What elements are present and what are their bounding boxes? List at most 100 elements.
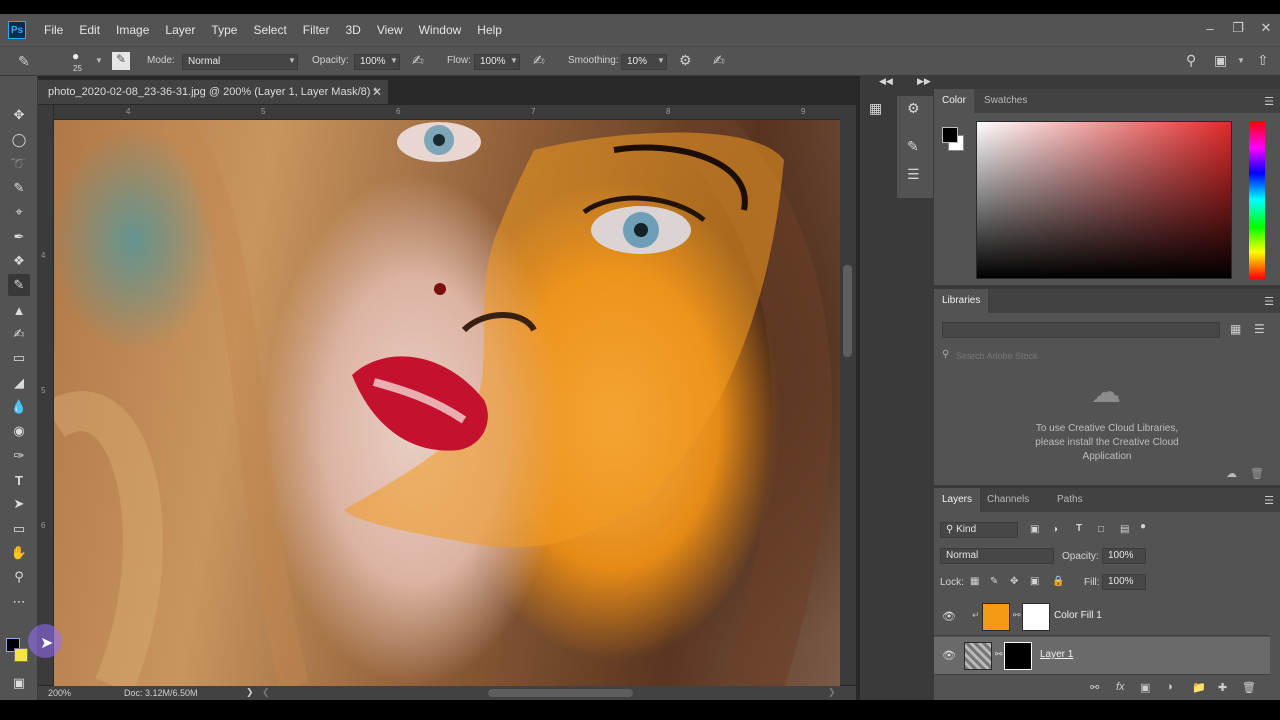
brush-tool-icon[interactable]: ✎ [8,274,30,296]
doc-info[interactable]: Doc: 3.12M/6.50M [124,688,198,698]
lock-pixels-icon[interactable]: ✎ [990,576,998,587]
quick-mask-icon[interactable]: ▣ [8,672,30,694]
mask-thumbnail[interactable] [1022,603,1050,631]
hue-slider[interactable] [1249,121,1265,279]
mask-thumbnail[interactable] [1004,642,1032,670]
chevron-down-icon[interactable]: ▼ [288,56,296,65]
menu-window[interactable]: Window [411,14,470,46]
filter-smart-icon[interactable]: ▤ [1120,524,1129,535]
tab-paths[interactable]: Paths [1049,488,1091,512]
panel-menu-icon[interactable]: ☰ [1264,95,1274,108]
healing-tool-icon[interactable]: ❖ [8,250,30,272]
eyedropper-tool-icon[interactable]: ✒ [8,226,30,248]
pen-tool-icon[interactable]: ✑ [8,445,30,467]
filter-type-icon[interactable]: T [1076,523,1082,534]
menu-layer[interactable]: Layer [157,14,203,46]
properties-icon[interactable]: ▦ [869,100,882,117]
chevron-down-icon[interactable]: ▼ [95,56,103,65]
collapse-icon[interactable]: ◀◀ [879,76,893,87]
delete-layer-icon[interactable]: 🗑 [1242,681,1256,694]
marquee-tool-icon[interactable]: ◯ [8,129,30,151]
history-brush-tool-icon[interactable]: ✍ [8,323,30,345]
filter-shape-icon[interactable]: □ [1098,524,1104,535]
scroll-right-icon[interactable]: ❯ [828,687,836,698]
panel-menu-icon[interactable]: ☰ [1264,295,1274,308]
link-icon[interactable]: ⚯ [995,649,1003,660]
link-layers-icon[interactable]: ⚯ [1090,681,1099,694]
horizontal-scroll-thumb[interactable] [488,689,633,697]
minimize-icon[interactable]: – [1196,21,1224,36]
filter-adjustment-icon[interactable]: ◑ [1052,524,1058,535]
visibility-eye-icon[interactable]: 👁 [942,610,956,623]
gear-icon[interactable]: ⚙ [679,52,692,69]
adjust-icon[interactable]: ⚙ [907,100,920,117]
menu-help[interactable]: Help [469,14,510,46]
cloud-sync-icon[interactable]: ☁ [1226,467,1237,480]
chevron-down-icon[interactable]: ▼ [1237,56,1245,65]
add-mask-icon[interactable]: ▣ [1140,681,1150,694]
image-canvas[interactable] [54,120,840,686]
tab-channels[interactable]: Channels [979,488,1037,512]
tab-layers[interactable]: Layers [934,488,981,512]
path-select-tool-icon[interactable]: ➤ [8,493,30,515]
fx-icon[interactable]: fx [1116,681,1125,693]
gradient-tool-icon[interactable]: ◢ [8,372,30,394]
layer-row-color-fill[interactable]: 👁 ↵ ⚯ Color Fill 1 [934,598,1270,636]
color-picker-field[interactable] [976,121,1232,279]
layer-row-layer-1[interactable]: 👁 ⚯ Layer 1 [934,637,1270,675]
brush-settings-icon[interactable]: ✎ [112,52,130,70]
layer-opacity-input[interactable]: 100% [1102,548,1146,564]
lock-all-icon[interactable]: 🔒 [1052,576,1064,587]
brush-preset-icon[interactable]: ● [72,49,79,63]
menu-view[interactable]: View [369,14,411,46]
close-icon[interactable]: ✕ [1252,20,1280,36]
mode-select[interactable]: Normal [182,54,298,70]
vertical-scrollbar[interactable] [840,105,856,685]
pressure-size-icon[interactable]: ✍ [713,52,725,69]
fill-thumbnail[interactable] [982,603,1010,631]
brush-tool-icon[interactable]: ✎ [18,53,30,70]
blur-tool-icon[interactable]: 💧 [8,396,30,418]
filter-toggle-icon[interactable]: ● [1140,521,1146,532]
scroll-left-icon[interactable]: ❮ [262,687,270,698]
quick-select-tool-icon[interactable]: ✎ [8,177,30,199]
trash-icon[interactable]: 🗑 [1250,467,1264,480]
tab-swatches[interactable]: Swatches [976,89,1035,113]
vertical-scroll-thumb[interactable] [843,265,852,357]
chevron-down-icon[interactable]: ▼ [510,56,518,65]
layer-filter-select[interactable]: ⚲ Kind [940,522,1018,538]
type-tool-icon[interactable]: T [8,469,30,491]
pressure-opacity-icon[interactable]: ✍ [412,52,424,69]
eraser-tool-icon[interactable]: ▭ [8,347,30,369]
menu-3d[interactable]: 3D [337,14,368,46]
panel-menu-icon[interactable]: ☰ [1264,494,1274,507]
layer-thumbnail[interactable] [964,642,992,670]
search-icon[interactable]: ⚲ [1186,52,1196,69]
more-tools-icon[interactable]: ⋯ [8,591,30,613]
grid-view-icon[interactable]: ▦ [1230,322,1241,336]
close-tab-icon[interactable]: ✕ [372,80,382,104]
lasso-tool-icon[interactable]: ➰ [8,153,30,175]
lock-artboard-icon[interactable]: ▣ [1030,576,1039,587]
visibility-eye-icon[interactable]: 👁 [942,649,956,662]
workspace-icon[interactable]: ▣ [1214,52,1227,69]
layer-name[interactable]: Color Fill 1 [1054,610,1102,621]
blend-mode-select[interactable]: Normal [940,548,1054,564]
list-view-icon[interactable]: ☰ [1254,322,1265,336]
chevron-down-icon[interactable]: ▼ [390,56,398,65]
menu-file[interactable]: File [36,14,71,46]
restore-icon[interactable]: ❐ [1224,20,1252,36]
link-icon[interactable]: ⚯ [1013,610,1021,621]
adjustment-layer-icon[interactable]: ◑ [1166,681,1173,693]
layer-fill-input[interactable]: 100% [1102,574,1146,590]
menu-select[interactable]: Select [245,14,294,46]
rectangle-tool-icon[interactable]: ▭ [8,518,30,540]
share-icon[interactable]: ⇧ [1257,52,1269,69]
filter-pixel-icon[interactable]: ▣ [1030,524,1039,535]
menu-edit[interactable]: Edit [71,14,108,46]
chevron-right-icon[interactable]: ❯ [246,687,254,698]
new-layer-icon[interactable]: ✚ [1218,681,1227,694]
group-icon[interactable]: 📁 [1192,681,1206,694]
background-color-swatch[interactable] [14,648,28,662]
tab-libraries[interactable]: Libraries [934,289,989,313]
